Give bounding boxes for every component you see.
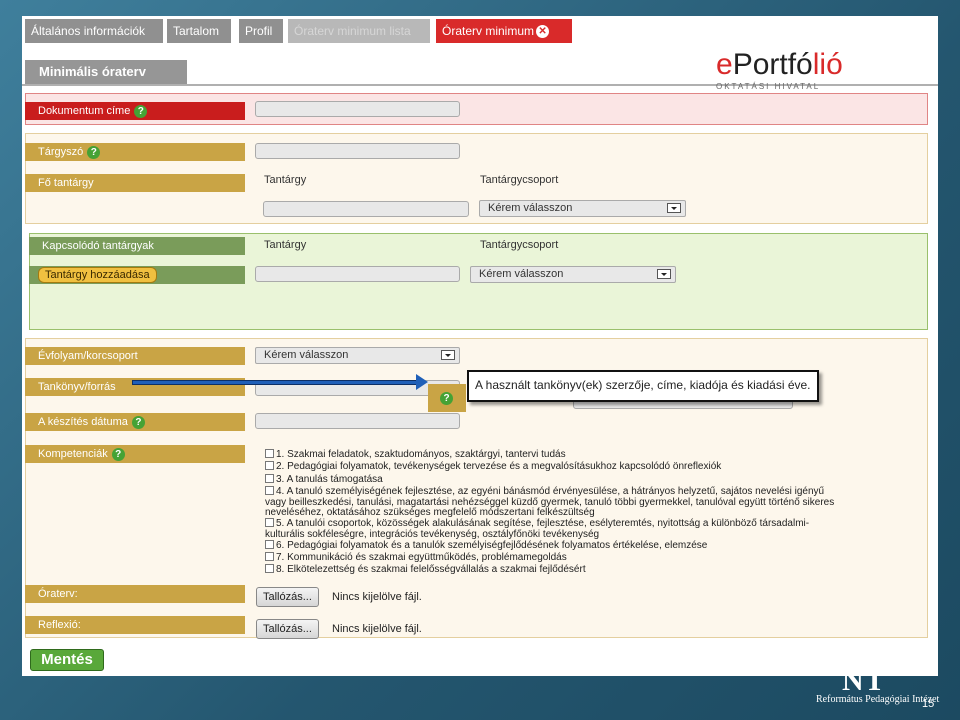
competency-item[interactable]: 2. Pedagógiai folyamatok, tevékenységek … [265, 461, 935, 472]
grade-select[interactable]: Kérem válasszon [255, 347, 460, 364]
logo-e: e [716, 48, 733, 81]
competency-text-continued: neveléséhez, oktatásához szükséges megfe… [265, 507, 595, 518]
label-text: Tárgyszó [38, 146, 84, 158]
footer-brand-text: Református Pedagógiai Intézet [816, 694, 940, 705]
date-input[interactable] [255, 413, 460, 429]
main-subject-input[interactable] [263, 201, 469, 217]
close-icon[interactable]: ✕ [536, 25, 550, 39]
competency-checkbox[interactable] [265, 461, 274, 470]
tab-label: Óraterv minimum [442, 24, 535, 38]
add-subject-button[interactable]: Tantárgy hozzáadása [38, 267, 157, 283]
callout-arrow [132, 380, 418, 385]
tab-content[interactable]: Tartalom [167, 19, 231, 43]
tab-bar: Általános információk Tartalom Profil Ór… [22, 16, 938, 46]
competency-text: 1. Szakmai feladatok, szaktudományos, sz… [276, 449, 566, 460]
form-page: Általános információk Tartalom Profil Ór… [22, 16, 938, 676]
eportfolio-logo: ePortfólió OKTATÁSI HIVATAL [710, 46, 870, 98]
label-text: Dokumentum címe [38, 105, 131, 117]
label-text: Kompetenciák [38, 448, 108, 460]
help-icon[interactable]: ? [131, 415, 145, 429]
competency-checkbox[interactable] [265, 449, 274, 458]
tab-lesson-plan-list[interactable]: Óraterv minimum lista [288, 19, 430, 43]
logo-wordmark: ePortfólió [716, 48, 843, 82]
column-header-subject: Tantárgy [264, 174, 307, 186]
chevron-down-icon [657, 269, 671, 279]
competency-text: 6. Pedagógiai folyamatok és a tanulók sz… [276, 540, 708, 551]
help-icon[interactable]: ? [87, 145, 101, 159]
column-header-subject-group: Tantárgycsoport [480, 174, 559, 186]
textbook-tooltip: A használt tankönyv(ek) szerzője, címe, … [467, 370, 819, 402]
date-label: A készítés dátuma? [25, 413, 245, 431]
competency-checkbox[interactable] [265, 474, 274, 483]
doc-title-input[interactable] [255, 101, 460, 117]
competency-checkbox[interactable] [265, 518, 274, 527]
chevron-down-icon [441, 350, 455, 360]
grade-label: Évfolyam/korcsoport [25, 347, 245, 365]
save-button[interactable]: Mentés [30, 649, 104, 671]
competency-item[interactable]: 8. Elkötelezettség és szakmai felelősség… [265, 564, 935, 575]
competency-checkbox[interactable] [265, 540, 274, 549]
doc-title-label: Dokumentum címe? [25, 102, 245, 120]
competency-text: 8. Elkötelezettség és szakmai felelősség… [276, 564, 586, 575]
reflection-label: Reflexió: [25, 616, 245, 634]
competency-checkbox[interactable] [265, 552, 274, 561]
competency-item[interactable]: 5. A tanulói csoportok, közösségek alaku… [265, 518, 935, 529]
competency-checkbox[interactable] [265, 486, 274, 495]
callout-arrow-head [416, 374, 428, 390]
competency-text: 3. A tanulás támogatása [276, 474, 383, 485]
select-value: Kérem válasszon [264, 349, 349, 361]
tab-profile[interactable]: Profil [239, 19, 283, 43]
competency-item[interactable]: 6. Pedagógiai folyamatok és a tanulók sz… [265, 540, 935, 551]
competency-text: 7. Kommunikáció és szakmai együttműködés… [276, 552, 567, 563]
tab-label: Óraterv minimum lista [294, 24, 411, 38]
tab-label: Profil [245, 24, 273, 38]
tab-general-info[interactable]: Általános információk [25, 19, 163, 43]
related-subjects-label: Kapcsolódó tantárgyak [29, 237, 245, 255]
subject-term-input[interactable] [255, 143, 460, 159]
column-header-subject: Tantárgy [264, 239, 307, 251]
label-text: A készítés dátuma [38, 416, 128, 428]
lesson-plan-file-status: Nincs kijelölve fájl. [332, 591, 422, 603]
competency-text: 4. A tanuló személyiségének fejlesztése,… [276, 486, 825, 497]
related-subject-group-select[interactable]: Kérem válasszon [470, 266, 676, 283]
logo-portfo: Portfó [732, 48, 813, 81]
page-title: Minimális óraterv [25, 60, 187, 84]
tab-label: Tartalom [173, 24, 220, 38]
competency-item[interactable]: 1. Szakmai feladatok, szaktudományos, sz… [265, 449, 935, 460]
tooltip-tab: ? [428, 384, 466, 412]
main-subject-group-select[interactable]: Kérem válasszon [479, 200, 686, 217]
chevron-down-icon [667, 203, 681, 213]
help-icon[interactable]: ? [134, 104, 148, 118]
competency-text: 2. Pedagógiai folyamatok, tevékenységek … [276, 461, 722, 472]
select-value: Kérem válasszon [479, 268, 564, 280]
competency-item[interactable]: 4. A tanuló személyiségének fejlesztése,… [265, 486, 935, 497]
logo-lio: lió [812, 48, 843, 81]
reflection-file-status: Nincs kijelölve fájl. [332, 623, 422, 635]
competency-item[interactable]: 7. Kommunikáció és szakmai együttműködés… [265, 552, 935, 563]
select-value: Kérem válasszon [488, 202, 573, 214]
subject-term-label: Tárgyszó? [25, 143, 245, 161]
competencies-label: Kompetenciák? [25, 445, 245, 463]
lesson-plan-label: Óraterv: [25, 585, 245, 603]
tab-lesson-plan-minimum[interactable]: Óraterv minimum ✕ [436, 19, 572, 43]
tab-label: Általános információk [31, 24, 146, 38]
logo-subtitle: OKTATÁSI HIVATAL [716, 82, 821, 91]
lesson-plan-browse-button[interactable]: Tallózás... [256, 587, 319, 607]
main-subject-label: Fő tantárgy [25, 174, 245, 192]
slide-page-number: 15 [922, 698, 935, 710]
competency-text-continued: kulturális sokféleségre, integrációs tev… [265, 529, 600, 540]
reflection-browse-button[interactable]: Tallózás... [256, 619, 319, 639]
competency-item[interactable]: 3. A tanulás támogatása [265, 474, 935, 485]
help-icon[interactable]: ? [440, 392, 453, 405]
help-icon[interactable]: ? [111, 447, 125, 461]
competency-text: 5. A tanulói csoportok, közösségek alaku… [276, 518, 810, 529]
related-subject-input[interactable] [255, 266, 460, 282]
competency-checkbox[interactable] [265, 564, 274, 573]
column-header-subject-group: Tantárgycsoport [480, 239, 559, 251]
